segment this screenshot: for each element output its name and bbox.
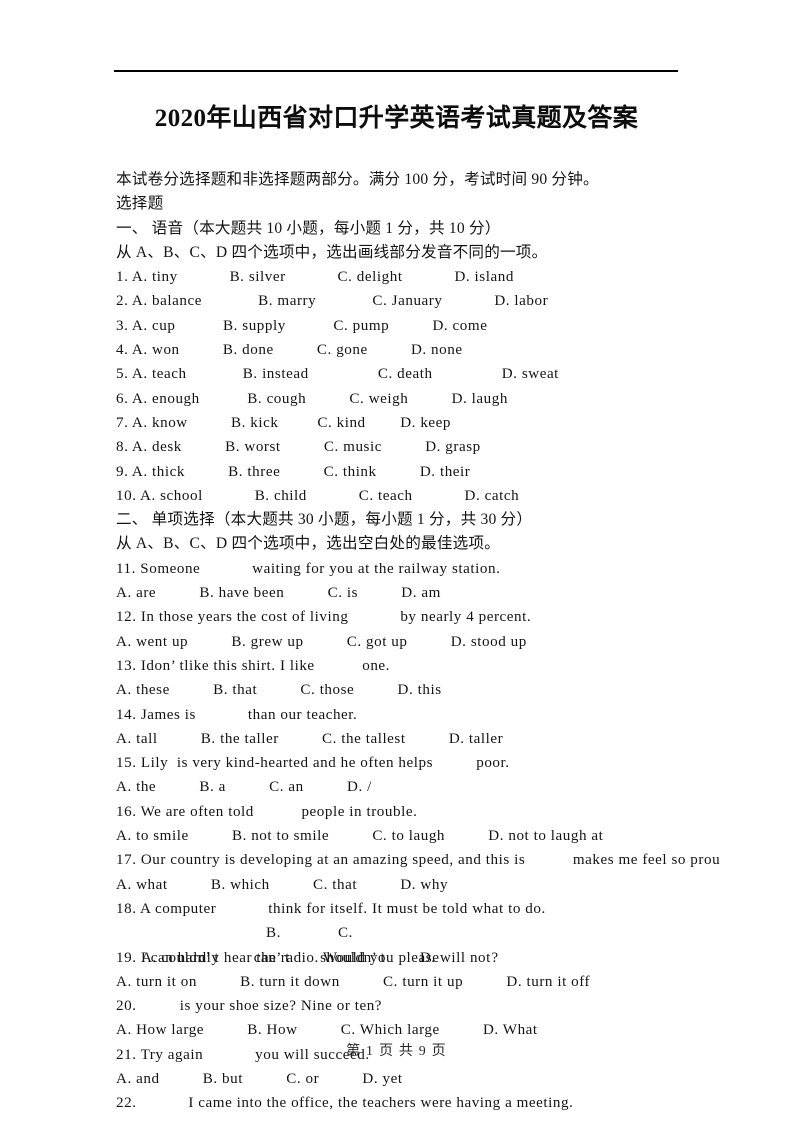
question-stem: 14. James is than our teacher. [116,706,358,723]
page-title: 2020年山西省对口升学英语考试真题及答案 [154,105,639,132]
question-options: A. went up B. grew up C. got up D. stood… [116,633,527,650]
question-options: A. are B. have been C. is D. am [116,585,441,602]
question-stem: 20. is your shoe size? Nine or ten? [116,998,383,1015]
question-options: A. couldn’ t can’ t shouldn’ t D. will n… [116,921,793,965]
phonetics-item: 1. A. tiny B. silver C. delight D. islan… [116,269,514,286]
phonetics-item: 7. A. know B. kick C. kind D. keep [116,414,452,431]
intro-line-1: 本试卷分选择题和非选择题两部分。满分 100 分，考试时间 90 分钟。 [116,171,599,188]
question-stem: 18. A computer think for itself. It must… [116,900,546,917]
question-options-text: A. couldn’ t can’ t shouldn’ t D. will n… [141,949,491,966]
phonetics-item: 4. A. won B. done C. gone D. none [116,342,463,359]
exam-paper-page: 2020年山西省对口升学英语考试真题及答案 本试卷分选择题和非选择题两部分。满分… [0,0,793,1122]
option-label-c: C. [338,925,353,942]
question-stem: 13. Idon’ tlike this shirt. I like one. [116,657,391,674]
section-1-instruction: 从 A、B、C、D 四个选项中，选出画线部分发音不同的一项。 [116,243,548,261]
question-stem: 15. Lily is very kind-hearted and he oft… [116,755,510,772]
question-stem: 11. Someone waiting for you at the railw… [116,560,501,577]
header-rule [114,70,678,72]
document-body: 本试卷分选择题和非选择题两部分。满分 100 分，考试时间 90 分钟。 选择题… [116,168,793,1122]
intro-line-2: 选择题 [116,195,164,213]
option-label-b: B. [266,925,281,942]
phonetics-item: 2. A. balance B. marry C. January D. lab… [116,293,549,310]
phonetics-item: 6. A. enough B. cough C. weigh D. laugh [116,390,508,407]
phonetics-item: 9. A. thick B. three C. think D. their [116,463,471,480]
question-options: A. what B. which C. that D. why [116,876,449,893]
phonetics-item: 8. A. desk B. worst C. music D. grasp [116,439,481,456]
phonetics-item: 3. A. cup B. supply C. pump D. come [116,317,488,334]
phonetics-item: 5. A. teach B. instead C. death D. sweat [116,366,559,383]
phonetics-item: 10. A. school B. child C. teach D. catch [116,487,520,504]
question-options: A. and B. but C. or D. yet [116,1070,403,1087]
page-footer: 第 1 页 共 9 页 [346,1044,447,1059]
question-stem: 12. In those years the cost of living by… [116,609,532,626]
section-2-instruction: 从 A、B、C、D 四个选项中，选出空白处的最佳选项。 [116,535,500,553]
question-stem: 16. We are often told people in trouble. [116,803,418,820]
question-options: A. to smile B. not to smile C. to laugh … [116,828,604,845]
question-options: A. tall B. the taller C. the tallest D. … [116,730,504,747]
section-2-heading: 二、 单项选择（本大题共 30 小题，每小题 1 分，共 30 分） [116,511,533,529]
question-stem: 17. Our country is developing at an amaz… [116,852,721,869]
question-options: A. While B. Since C. Once D. When [116,1116,793,1122]
question-options: A. turn it on B. turn it down C. turn it… [116,973,591,990]
question-stem: 22. I came into the office, the teachers… [116,1095,574,1112]
question-options: A. these B. that C. those D. this [116,682,442,699]
section-1-heading: 一、 语音（本大题共 10 小题，每小题 1 分，共 10 分） [116,219,501,237]
question-options: A. the B. a C. an D. / [116,779,372,796]
